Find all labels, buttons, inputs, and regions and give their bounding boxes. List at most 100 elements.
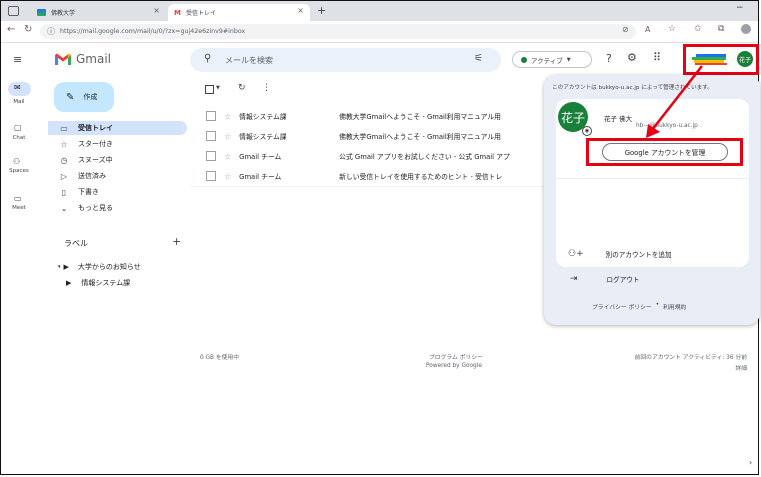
star-icon[interactable]: ☆ [224, 132, 231, 141]
active-dot-icon [521, 56, 527, 63]
url-text: https://mail.google.com/mail/u/0/?zx=guj… [60, 28, 246, 35]
add-label-icon[interactable]: + [172, 235, 181, 248]
search-bar[interactable]: ⚲ メールを検索 ⚟ [190, 48, 501, 72]
favorites-bar-icon[interactable]: ✩ [694, 24, 702, 34]
powered-by-google: Powered by Google [426, 363, 482, 369]
star-icon[interactable]: ☆ [224, 112, 231, 121]
site-favicon-icon [37, 9, 46, 16]
sidebar-item-label: スター付き [78, 140, 113, 148]
email-row[interactable]: ☆ Gmail チーム 公式 Gmail アプリをお試しください - 公式 Gm… [190, 146, 543, 167]
search-options-icon[interactable]: ⚟ [474, 53, 483, 64]
close-tab-icon[interactable]: × [153, 6, 160, 15]
email-subject: 公式 Gmail アプリをお試しください - 公式 Gmail アプ [339, 153, 510, 161]
storage-usage: 0 GB を使用中 [200, 355, 240, 361]
email-sender: 情報システム課 [239, 113, 287, 121]
sidebar-item-label: スヌーズ中 [78, 156, 113, 164]
email-row[interactable]: ☆ 情報システム課 佛教大学Gmailへようこそ - Gmail利用マニュアル用 [190, 126, 543, 147]
tab-actions-icon[interactable] [8, 6, 19, 16]
terms-link[interactable]: 利用規約 [663, 302, 686, 311]
annotation-highlight-manage [586, 138, 743, 166]
gmail-logo-text: Gmail [76, 52, 112, 66]
compose-button[interactable]: ✎ 作成 [54, 82, 114, 112]
gmail-m-icon [55, 53, 71, 65]
sidebar-item-label: 受信トレイ [78, 124, 113, 132]
search-icon[interactable]: ⚲ [204, 53, 211, 64]
sidebar-item-inbox[interactable]: ▭ 受信トレイ [48, 121, 187, 135]
rail-mail-label[interactable]: Mail [4, 99, 34, 105]
details-link[interactable]: 詳細 [700, 363, 747, 372]
label-item-info-systems[interactable]: ▶ 情報システム課 [66, 278, 130, 288]
expand-icon: ▾ [58, 264, 61, 270]
sidebar-item-snoozed[interactable]: ◷ スヌーズ中 [48, 153, 187, 167]
sidebar-item-label: 送信済み [78, 172, 106, 180]
collections-icon[interactable]: ⧉ [718, 24, 724, 34]
key-icon[interactable]: ⊘ [622, 25, 629, 34]
status-selector[interactable]: アクティブ ▼ [512, 51, 592, 68]
select-menu-icon[interactable]: ▼ [216, 85, 220, 91]
tab-title: 受信トレイ [185, 10, 216, 17]
select-all-checkbox[interactable] [205, 85, 214, 94]
scroll-right-icon[interactable]: › [749, 458, 752, 467]
email-sender: 情報システム課 [239, 133, 287, 141]
add-account-item[interactable]: ⚇+ 別のアカウントを追加 [556, 240, 749, 268]
favorite-icon[interactable]: ☆ [668, 24, 676, 34]
label-name: 大学からのお知らせ [77, 263, 141, 271]
email-row[interactable]: ☆ 情報システム課 佛教大学Gmailへようこそ - Gmail利用マニュアル用 [190, 106, 543, 127]
email-sender: Gmail チーム [239, 153, 282, 161]
site-info-icon[interactable]: ⓘ [47, 26, 55, 37]
chat-icon[interactable]: ▢ [14, 123, 22, 132]
camera-icon[interactable]: ◉ [582, 126, 592, 136]
sidebar-item-drafts[interactable]: ▯ 下書き [48, 185, 187, 199]
logout-label: ログアウト [606, 276, 640, 284]
add-account-icon: ⚇+ [568, 249, 584, 259]
status-label: アクティブ [531, 56, 563, 65]
tab-title: 佛教大学 [51, 10, 76, 17]
chevron-down-icon: ⌄ [60, 203, 68, 213]
more-options-icon[interactable]: ⋮ [262, 83, 271, 93]
sidebar-item-sent[interactable]: ▷ 送信済み [48, 169, 187, 183]
logout-item[interactable]: ⇥ ログアウト [556, 265, 749, 293]
star-icon[interactable]: ☆ [224, 152, 231, 161]
chevron-down-icon: ▼ [566, 56, 571, 63]
url-field[interactable]: ⓘ https://mail.google.com/mail/u/0/?zx=g… [40, 24, 636, 39]
row-checkbox[interactable] [206, 111, 216, 121]
meet-icon[interactable]: ▭ [14, 194, 22, 203]
pencil-icon: ✎ [66, 91, 75, 103]
tab-gmail[interactable]: M 受信トレイ × [168, 4, 310, 21]
mail-icon[interactable]: ✉ [14, 83, 21, 92]
label-item-university[interactable]: ▾ ▶ 大学からのお知らせ [58, 262, 141, 272]
sidebar-item-label: もっと見る [78, 204, 113, 212]
settings-icon[interactable]: ⚙ [627, 51, 637, 64]
rail-meet-label[interactable]: Meet [4, 205, 34, 211]
sidebar-item-starred[interactable]: ☆ スター付き [48, 137, 187, 151]
spaces-icon[interactable]: ⚇ [13, 157, 20, 166]
rail-chat-label[interactable]: Chat [4, 135, 34, 141]
search-placeholder: メールを検索 [225, 56, 273, 65]
label-name: 情報システム課 [81, 279, 131, 287]
back-icon[interactable]: ← [7, 24, 15, 35]
close-tab-icon[interactable]: × [297, 6, 304, 15]
rail-spaces-label[interactable]: Spaces [4, 168, 34, 174]
read-aloud-icon[interactable]: A [645, 25, 650, 34]
refresh-icon[interactable]: ↻ [238, 83, 246, 93]
annotation-arrow [646, 65, 703, 138]
account-name: 花子 佛大 [604, 115, 633, 123]
main-menu-icon[interactable]: ≡ [13, 53, 22, 66]
row-checkbox[interactable] [206, 171, 216, 181]
tab-bukkyo[interactable]: 佛教大学 × [31, 4, 166, 21]
star-icon[interactable]: ☆ [224, 172, 231, 181]
program-policy-link[interactable]: プログラム ポリシー [429, 352, 483, 361]
gmail-logo[interactable]: Gmail [55, 52, 111, 66]
email-row[interactable]: ☆ Gmail チーム 新しい受信トレイを使用するためのヒント - 受信トレ [190, 166, 543, 187]
sidebar-item-more[interactable]: ⌄ もっと見る [48, 201, 187, 215]
row-checkbox[interactable] [206, 151, 216, 161]
minimize-button[interactable]: − [736, 3, 744, 13]
privacy-policy-link[interactable]: プライバシー ポリシー [592, 302, 652, 311]
popup-footer: プライバシー ポリシー • 利用規約 [592, 302, 686, 311]
profile-icon[interactable] [741, 24, 751, 34]
reload-icon[interactable]: ↻ [24, 24, 32, 35]
compose-label: 作成 [83, 93, 98, 101]
row-checkbox[interactable] [206, 131, 216, 141]
help-icon[interactable]: ? [606, 52, 612, 65]
new-tab-button[interactable]: + [317, 4, 326, 17]
